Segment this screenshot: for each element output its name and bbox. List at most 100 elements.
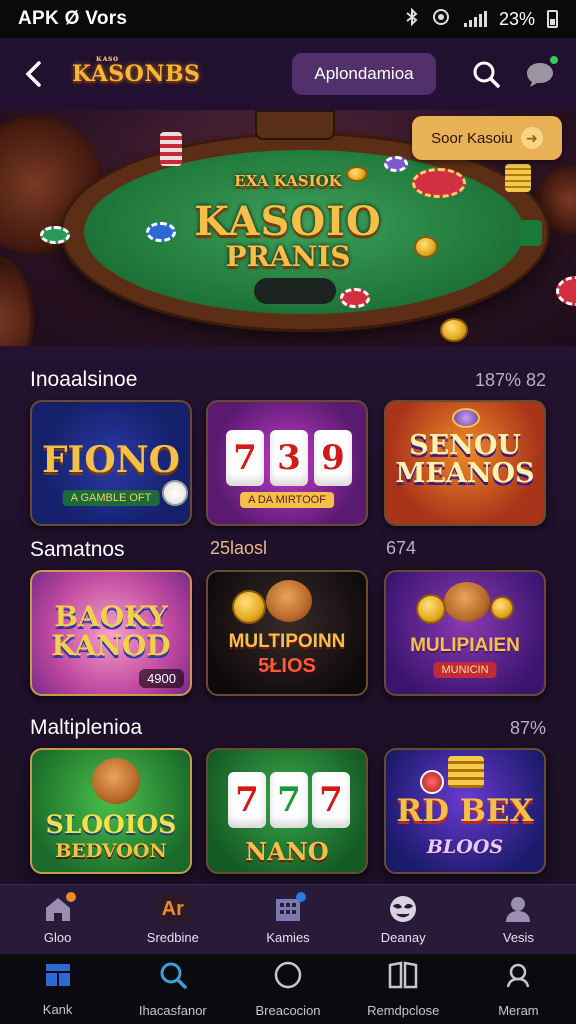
coin-stack-icon bbox=[505, 164, 531, 192]
subnav-label: Kamies bbox=[266, 930, 310, 945]
game-subtitle: BEDVOON bbox=[55, 840, 167, 862]
game-tile[interactable]: MULIPIAIEN MUNICIN bbox=[384, 570, 546, 696]
slot-reel: 3 bbox=[270, 430, 308, 486]
notification-dot bbox=[65, 892, 76, 902]
home-block-icon bbox=[43, 961, 73, 994]
chip-icon bbox=[340, 288, 370, 308]
game-badge: 4900 bbox=[139, 669, 184, 688]
subnav-item-mask[interactable]: Deanay bbox=[346, 885, 461, 954]
section-meta[interactable]: 187% 82 bbox=[475, 370, 546, 391]
wifi-icon bbox=[430, 8, 452, 31]
hero-banner[interactable]: EXA KASIOK KASOIO PRANIS Soor Kasoiu ➜ bbox=[0, 110, 576, 346]
game-tile[interactable]: 7 3 9 A DA MIRTOOF bbox=[206, 400, 368, 526]
search-icon bbox=[473, 61, 500, 88]
game-title: SENOU MEANOS bbox=[395, 430, 535, 490]
slot-reel: 7 bbox=[270, 772, 308, 828]
home-icon bbox=[42, 892, 76, 924]
category-nav: Gloo Ar Sredbine Kamies Deanay Vesis bbox=[0, 884, 576, 954]
coin-stack-icon bbox=[448, 756, 484, 788]
chat-button[interactable] bbox=[520, 54, 560, 94]
mascot-icon bbox=[266, 580, 312, 622]
bottomnav-item-home[interactable]: Kank bbox=[0, 954, 115, 1024]
game-title: MULTIPOINN bbox=[228, 631, 346, 652]
chip-stack-icon bbox=[520, 220, 542, 246]
header-action-button[interactable]: Aplondamioa bbox=[292, 53, 436, 95]
dealer-tray bbox=[255, 110, 335, 140]
signal-icon bbox=[463, 11, 487, 27]
back-button[interactable] bbox=[16, 56, 52, 92]
game-title: RD BEX bbox=[396, 793, 534, 829]
coin-icon bbox=[490, 596, 514, 620]
section-meta[interactable]: 87% bbox=[510, 718, 546, 739]
app-logo[interactable]: ᴋᴀsᴏ KASONBS bbox=[72, 53, 200, 87]
game-title: NANO bbox=[245, 837, 329, 866]
bottom-nav: Kank Ihacasfanor Breacocion Remdpclose M… bbox=[0, 954, 576, 1024]
search-icon bbox=[158, 960, 188, 995]
section-header: Samatnos 25laosl 674 bbox=[0, 538, 576, 562]
subnav-item-home[interactable]: Gloo bbox=[0, 885, 115, 954]
bottomnav-item-circle[interactable]: Breacocion bbox=[230, 954, 345, 1024]
arrow-right-icon: ➜ bbox=[520, 127, 543, 149]
mask-icon bbox=[387, 894, 419, 924]
app-root: APK Ø Vors 23% ᴋᴀsᴏ KASONBS Aplondamioa bbox=[0, 0, 576, 1024]
slot-reel: 7 bbox=[312, 772, 350, 828]
promo-button[interactable]: Soor Kasoiu ➜ bbox=[412, 116, 562, 160]
section-meta[interactable]: 674 bbox=[386, 538, 416, 559]
bottomnav-label: Remdpclose bbox=[367, 1003, 440, 1018]
game-subtitle: 5ŁIOS bbox=[258, 655, 316, 677]
coin-icon bbox=[414, 236, 438, 258]
game-tile[interactable]: SLOOIOS BEDVOON bbox=[30, 748, 192, 874]
section-title: Maltiplenioa bbox=[30, 716, 143, 739]
user-icon bbox=[502, 894, 534, 924]
game-subtitle: BLOOS bbox=[426, 836, 504, 858]
coin-icon bbox=[346, 166, 368, 182]
section-meta-mid: 25laosl bbox=[210, 538, 268, 558]
game-subtitle: A GAMBLE OFT bbox=[62, 490, 160, 506]
search-button[interactable] bbox=[466, 54, 506, 94]
bottomnav-item-profile[interactable]: Meram bbox=[461, 954, 576, 1024]
game-title: FIONO bbox=[41, 439, 181, 481]
game-title: SLOOIOS bbox=[45, 810, 177, 839]
circle-icon bbox=[273, 960, 303, 995]
top-bar: ᴋᴀsᴏ KASONBS Aplondamioa bbox=[0, 38, 576, 110]
bottomnav-item-search[interactable]: Ihacasfanor bbox=[115, 954, 230, 1024]
table-card-slot bbox=[254, 278, 336, 304]
subnav-item-user[interactable]: Vesis bbox=[461, 885, 576, 954]
game-title: BAOKY KANOD bbox=[51, 600, 171, 663]
battery-percent: 23% bbox=[498, 8, 535, 29]
chip-icon bbox=[40, 226, 70, 244]
section-header: Inoaalsinoe 187% 82 bbox=[0, 368, 576, 392]
subnav-item-ai[interactable]: Ar Sredbine bbox=[115, 885, 230, 954]
status-app-label: APK Ø Vors bbox=[18, 8, 128, 29]
game-subtitle: A DA MIRTOOF bbox=[240, 492, 334, 508]
chip-icon bbox=[384, 156, 408, 172]
chip-icon bbox=[412, 168, 466, 198]
game-tile[interactable]: SENOU MEANOS bbox=[384, 400, 546, 526]
logo-small-text: ᴋᴀsᴏ bbox=[96, 53, 119, 63]
bottomnav-label: Ihacasfanor bbox=[138, 1003, 207, 1018]
building-icon bbox=[272, 892, 306, 924]
game-tile[interactable]: MULTIPOINN 5ŁIOS bbox=[206, 570, 368, 696]
bottomnav-label: Kank bbox=[42, 1002, 73, 1017]
game-tile[interactable]: 7 7 7 NANO bbox=[206, 748, 368, 874]
gem-icon bbox=[420, 770, 444, 794]
chip-icon bbox=[146, 222, 176, 242]
profile-icon bbox=[503, 960, 533, 995]
bottomnav-label: Meram bbox=[498, 1003, 539, 1018]
ai-icon: Ar bbox=[156, 894, 189, 924]
game-title: MULIPIAIEN bbox=[410, 635, 520, 656]
subnav-item-games[interactable]: Kamies bbox=[230, 885, 345, 954]
game-tile[interactable]: FIONO A GAMBLE OFT bbox=[30, 400, 192, 526]
coin-icon bbox=[440, 318, 468, 342]
subnav-label: Sredbine bbox=[146, 930, 199, 945]
ai-icon-glyph: Ar bbox=[161, 897, 184, 920]
game-tile[interactable]: BAOKY KANOD 4900 bbox=[30, 570, 192, 696]
battery-icon bbox=[547, 10, 558, 28]
game-tile[interactable]: RD BEX BLOOS bbox=[384, 748, 546, 874]
chip-stack-icon bbox=[160, 132, 182, 166]
coin-icon bbox=[416, 594, 446, 624]
bottomnav-item-book[interactable]: Remdpclose bbox=[346, 954, 461, 1024]
bottomnav-label: Breacocion bbox=[255, 1003, 321, 1018]
coin-icon bbox=[232, 590, 266, 624]
game-subtitle: MUNICIN bbox=[433, 662, 497, 678]
